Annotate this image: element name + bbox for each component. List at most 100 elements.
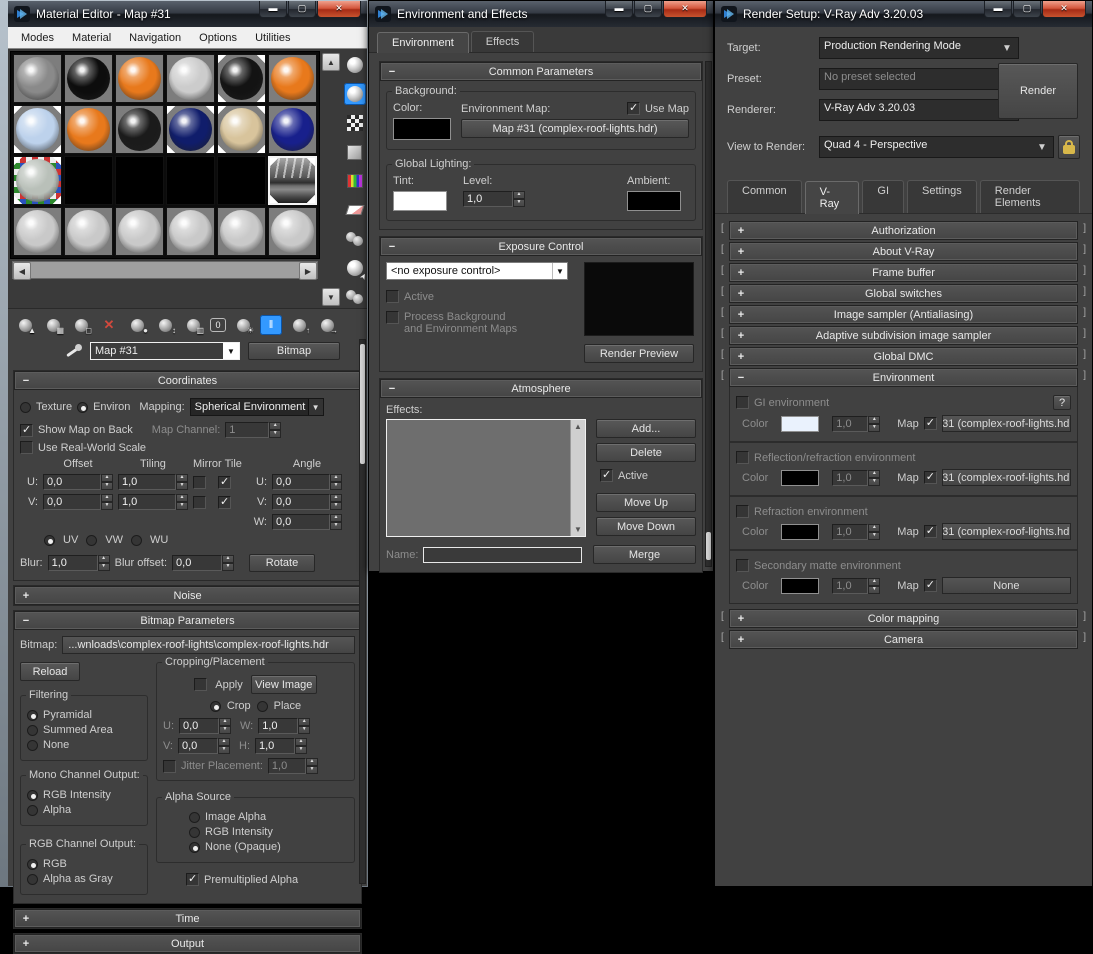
about-v-ray-rollout-header[interactable]: +About V-Ray <box>730 243 1077 260</box>
delete-effect-button[interactable]: Delete <box>596 443 696 462</box>
material-slot[interactable] <box>268 156 317 205</box>
effect-name-field[interactable] <box>423 547 582 563</box>
menu-item-utilities[interactable]: Utilities <box>246 29 299 47</box>
map-enabled-checkbox[interactable] <box>924 579 937 592</box>
environment-color-swatch[interactable] <box>781 470 819 486</box>
add-effect-button[interactable]: Add... <box>596 419 696 438</box>
output-rollout-header[interactable]: + Output <box>15 935 360 952</box>
material-slot[interactable] <box>268 54 317 103</box>
v-tiling-field[interactable]: 1,0 <box>118 494 176 510</box>
select-by-material-icon[interactable] <box>344 257 366 279</box>
menu-item-material[interactable]: Material <box>63 29 120 47</box>
alpha-source-radio-image-alpha[interactable] <box>189 812 200 823</box>
material-slot[interactable] <box>64 207 113 256</box>
coordinates-rollout-header[interactable]: − Coordinates <box>15 372 360 389</box>
v-tile-checkbox[interactable] <box>218 496 231 509</box>
noise-rollout-header[interactable]: + Noise <box>15 587 360 604</box>
crop-h-field[interactable]: 1,0 <box>255 738 295 754</box>
menu-item-modes[interactable]: Modes <box>12 29 63 47</box>
uv-radio[interactable] <box>44 535 55 546</box>
mono-output-radio-rgb-intensity[interactable] <box>27 790 38 801</box>
material-type-button[interactable]: Bitmap <box>248 342 340 360</box>
multiplier-field[interactable]: 1,0 <box>832 416 868 432</box>
chevron-down-icon[interactable]: ▼ <box>996 38 1018 58</box>
render-preview-button[interactable]: Render Preview <box>584 344 694 363</box>
material-editor-scrollbar[interactable] <box>359 339 366 884</box>
put-to-library-icon[interactable]: ▥ <box>182 315 204 335</box>
material-slot[interactable] <box>166 207 215 256</box>
maximize-icon[interactable]: ▢ <box>634 1 662 18</box>
minimize-icon[interactable]: ▬ <box>259 1 287 18</box>
map-channel-spinner[interactable]: ▲▼ <box>269 422 281 438</box>
material-name-dropdown[interactable]: Map #31 ▼ <box>90 342 240 360</box>
exposure-control-dropdown[interactable]: <no exposure control> ▼ <box>386 262 568 280</box>
scroll-up-icon[interactable]: ▲ <box>322 53 340 71</box>
multiplier-spinner[interactable]: ▲▼ <box>868 578 880 594</box>
chevron-down-icon[interactable]: ▼ <box>1031 137 1053 157</box>
material-slot[interactable] <box>166 105 215 154</box>
multiplier-spinner[interactable]: ▲▼ <box>868 524 880 540</box>
material-slot[interactable] <box>115 54 164 103</box>
w-angle-field[interactable]: 0,0 <box>272 514 330 530</box>
reflection-refraction-environment-checkbox[interactable] <box>736 451 749 464</box>
ambient-color-swatch[interactable] <box>627 191 681 211</box>
show-shaded-material-in-viewport-icon[interactable]: ☀ <box>232 315 254 335</box>
lock-view-button[interactable] <box>1058 135 1080 159</box>
material-slot[interactable] <box>268 207 317 256</box>
go-forward-to-sibling-icon[interactable]: → <box>316 315 338 335</box>
material-slot[interactable] <box>217 105 266 154</box>
tab-effects[interactable]: Effects <box>471 31 534 52</box>
u-tiling-field[interactable]: 1,0 <box>118 474 176 490</box>
premultiplied-alpha-checkbox[interactable] <box>186 873 199 886</box>
adaptive-subdivision-image-sampler-rollout-header[interactable]: +Adaptive subdivision image sampler <box>730 327 1077 344</box>
global-switches-rollout-header[interactable]: +Global switches <box>730 285 1077 302</box>
environment-color-swatch[interactable] <box>781 524 819 540</box>
camera-rollout-header[interactable]: +Camera <box>730 631 1077 648</box>
material-slot[interactable] <box>13 54 62 103</box>
mapping-dropdown[interactable]: Spherical Environment ▼ <box>190 398 324 416</box>
tint-color-swatch[interactable] <box>393 191 447 211</box>
exposure-control-header[interactable]: − Exposure Control <box>381 238 701 255</box>
assign-material-to-selection-icon[interactable]: ◻ <box>70 315 92 335</box>
secondary-matte-environment-checkbox[interactable] <box>736 559 749 572</box>
multiplier-spinner[interactable]: ▲▼ <box>868 416 880 432</box>
material-slot[interactable] <box>115 207 164 256</box>
v-offset-field[interactable]: 0,0 <box>43 494 101 510</box>
help-button[interactable]: ? <box>1053 395 1071 410</box>
image-sampler-antialiasing--rollout-header[interactable]: +Image sampler (Antialiasing) <box>730 306 1077 323</box>
jitter-field[interactable]: 1,0 <box>268 758 306 774</box>
render-button[interactable]: Render <box>998 63 1078 119</box>
environment-map-button[interactable]: #31 (complex-roof-lights.hdr) <box>942 523 1071 540</box>
chevron-down-icon[interactable]: ▼ <box>552 263 567 279</box>
options-icon[interactable] <box>344 228 366 250</box>
material-slot[interactable] <box>13 105 62 154</box>
preset-dropdown[interactable]: No preset selected ▼ <box>819 68 1019 90</box>
environment-map-button[interactable]: Map #31 (complex-roof-lights.hdr) <box>461 119 689 138</box>
maximize-icon[interactable]: ▢ <box>288 1 316 18</box>
map-enabled-checkbox[interactable] <box>924 471 937 484</box>
rgb-output-radio-rgb[interactable] <box>27 859 38 870</box>
material-slot[interactable] <box>64 105 113 154</box>
material-slot[interactable] <box>13 207 62 256</box>
color-mapping-rollout-header[interactable]: +Color mapping <box>730 610 1077 627</box>
material-id-channel-icon[interactable]: 0 <box>210 318 226 332</box>
tab-common[interactable]: Common <box>727 180 802 213</box>
level-field[interactable]: 1,0 <box>463 191 513 207</box>
multiplier-field[interactable]: 1,0 <box>832 524 868 540</box>
menu-item-options[interactable]: Options <box>190 29 246 47</box>
bitmap-path-button[interactable]: ...wnloads\complex-roof-lights\complex-r… <box>62 636 355 654</box>
rotate-button[interactable]: Rotate <box>249 554 315 572</box>
tab-settings[interactable]: Settings <box>907 180 977 213</box>
background-icon[interactable] <box>344 112 366 134</box>
reload-button[interactable]: Reload <box>20 662 80 681</box>
rgb-output-radio-alpha-as-gray[interactable] <box>27 874 38 885</box>
texture-radio[interactable] <box>20 402 31 413</box>
view-to-render-dropdown[interactable]: Quad 4 - Perspective ▼ <box>819 136 1054 158</box>
tab-environment[interactable]: Environment <box>377 32 469 53</box>
put-material-to-scene-icon[interactable]: ▦ <box>42 315 64 335</box>
blur-offset-field[interactable]: 0,0 <box>172 555 222 571</box>
go-to-parent-icon[interactable]: ↑ <box>288 315 310 335</box>
map-channel-field[interactable]: 1 <box>225 422 269 438</box>
material-slot[interactable] <box>217 156 266 205</box>
sample-uv-tiling-icon[interactable] <box>344 141 366 163</box>
